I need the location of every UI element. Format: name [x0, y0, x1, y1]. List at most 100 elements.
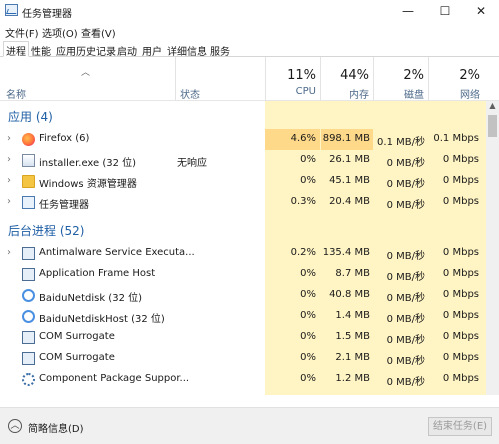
minimize-button[interactable]: — — [390, 0, 426, 22]
collapse-up-icon[interactable]: ︿ — [8, 419, 22, 433]
table-row[interactable]: COM Surrogate 0% 1.5 MB 0 MB/秒 0 Mbps — [0, 327, 486, 348]
table-row[interactable]: BaiduNetdiskHost (32 位) 0% 1.4 MB 0 MB/秒… — [0, 306, 486, 327]
table-row[interactable]: › installer.exe (32 位) 无响应 0% 26.1 MB 0 … — [0, 150, 486, 171]
network-value: 0 Mbps — [429, 285, 486, 306]
window-icon — [22, 268, 35, 281]
memory-value: 1.4 MB — [321, 306, 373, 327]
network-value: 0 Mbps — [429, 264, 486, 285]
group-background-processes: 后台进程 (52) — [8, 224, 85, 238]
memory-value: 1.2 MB — [321, 369, 373, 390]
expand-chevron-icon[interactable]: › — [7, 196, 11, 207]
cpu-value: 0% — [265, 327, 320, 348]
close-button[interactable]: ✕ — [463, 0, 499, 22]
memory-value: 20.4 MB — [321, 192, 373, 213]
expand-chevron-icon[interactable]: › — [7, 154, 11, 165]
expand-chevron-icon[interactable]: › — [7, 175, 11, 186]
table-row[interactable]: BaiduNetdisk (32 位) 0% 40.8 MB 0 MB/秒 0 … — [0, 285, 486, 306]
column-network[interactable]: 网络 — [429, 86, 480, 101]
network-value: 0 Mbps — [429, 306, 486, 327]
disk-value: 0.1 MB/秒 — [374, 129, 428, 150]
baidu-netdisk-icon — [22, 289, 35, 302]
tab-users[interactable]: 用户 — [139, 41, 165, 58]
memory-value: 45.1 MB — [321, 171, 373, 192]
memory-value: 135.4 MB — [321, 243, 373, 264]
memory-value: 26.1 MB — [321, 150, 373, 171]
column-disk[interactable]: 磁盘 — [374, 86, 424, 101]
memory-value: 8.7 MB — [321, 264, 373, 285]
exe-icon — [22, 154, 35, 167]
group-apps: 应用 (4) — [8, 110, 53, 124]
disk-value: 0 MB/秒 — [374, 264, 428, 285]
tab-performance[interactable]: 性能 — [28, 41, 54, 58]
maximize-button[interactable]: ☐ — [427, 0, 463, 22]
disk-value: 0 MB/秒 — [374, 306, 428, 327]
column-memory[interactable]: 内存 — [321, 86, 369, 101]
column-status[interactable]: 状态 — [180, 86, 200, 101]
network-value: 0 Mbps — [429, 327, 486, 348]
task-manager-icon — [22, 196, 35, 209]
process-name: 任务管理器 — [39, 200, 89, 211]
column-name[interactable]: 名称 — [6, 86, 26, 101]
cpu-value: 0% — [265, 348, 320, 369]
process-name: Windows 资源管理器 — [39, 179, 137, 190]
memory-value: 2.1 MB — [321, 348, 373, 369]
disk-value: 0 MB/秒 — [374, 348, 428, 369]
menu-file[interactable]: 文件(F) — [5, 25, 39, 40]
tab-app-history[interactable]: 应用历史记录 — [53, 41, 119, 58]
expand-chevron-icon[interactable]: › — [7, 247, 11, 258]
table-row[interactable]: COM Surrogate 0% 2.1 MB 0 MB/秒 0 Mbps — [0, 348, 486, 369]
baidu-netdisk-icon — [22, 310, 35, 323]
expand-chevron-icon[interactable]: › — [7, 133, 11, 144]
menu-options[interactable]: 选项(O) — [42, 25, 78, 40]
sort-up-icon: ︿ — [81, 68, 91, 78]
scroll-thumb[interactable] — [488, 115, 497, 137]
gear-icon — [22, 373, 35, 386]
cpu-percent: 11% — [287, 68, 316, 83]
tab-services[interactable]: 服务 — [207, 41, 233, 58]
service-icon — [22, 247, 35, 260]
process-name: Antimalware Service Executa... — [39, 247, 195, 258]
network-value: 0 Mbps — [429, 243, 486, 264]
network-value: 0 Mbps — [429, 192, 486, 213]
table-row[interactable]: › 任务管理器 0.3% 20.4 MB 0 MB/秒 0 Mbps — [0, 192, 486, 213]
cpu-value: 0% — [265, 306, 320, 327]
cpu-value: 0% — [265, 369, 320, 390]
memory-value: 40.8 MB — [321, 285, 373, 306]
folder-icon — [22, 175, 35, 188]
disk-value: 0 MB/秒 — [374, 243, 428, 264]
firefox-icon — [22, 133, 35, 146]
process-name: Application Frame Host — [39, 268, 156, 279]
title-bar: 任务管理器 — ☐ ✕ — [0, 0, 499, 22]
process-status: 无响应 — [177, 158, 207, 169]
cpu-value: 0% — [265, 171, 320, 192]
menu-view[interactable]: 查看(V) — [81, 25, 116, 40]
column-header: ︿ 名称 状态 11% CPU 44% 内存 2% 磁盘 2% 网络 — [0, 57, 499, 101]
process-name: Firefox (6) — [39, 133, 90, 144]
table-row[interactable]: › Firefox (6) 4.6% 898.1 MB 0.1 MB/秒 0.1… — [0, 129, 486, 150]
memory-value: 1.5 MB — [321, 327, 373, 348]
table-row[interactable]: Component Package Suppor... 0% 1.2 MB 0 … — [0, 369, 486, 390]
disk-value: 0 MB/秒 — [374, 192, 428, 213]
process-name: installer.exe (32 位) — [39, 158, 137, 169]
footer-bar: ︿ 简略信息(D) 结束任务(E) — [0, 407, 499, 444]
process-name: Component Package Suppor... — [39, 373, 190, 384]
vertical-scrollbar[interactable]: ▲ — [486, 101, 499, 395]
process-name: COM Surrogate — [39, 352, 115, 363]
tab-processes[interactable]: 进程 — [3, 41, 29, 58]
window-icon — [22, 331, 35, 344]
scroll-up-icon[interactable]: ▲ — [486, 101, 499, 113]
window-title: 任务管理器 — [22, 9, 72, 20]
cpu-value: 0.3% — [265, 192, 320, 213]
table-row[interactable]: › Antimalware Service Executa... 0.2% 13… — [0, 243, 486, 264]
disk-value: 0 MB/秒 — [374, 150, 428, 171]
fewer-details-link[interactable]: 简略信息(D) — [28, 420, 84, 435]
cpu-value: 4.6% — [265, 129, 320, 150]
table-row[interactable]: Application Frame Host 0% 8.7 MB 0 MB/秒 … — [0, 264, 486, 285]
end-task-button[interactable]: 结束任务(E) — [428, 417, 492, 436]
tab-startup[interactable]: 启动 — [114, 41, 140, 58]
disk-value: 0 MB/秒 — [374, 369, 428, 390]
column-cpu[interactable]: CPU — [266, 86, 316, 97]
network-value: 0 Mbps — [429, 150, 486, 171]
table-row[interactable]: › Windows 资源管理器 0% 45.1 MB 0 MB/秒 0 Mbps — [0, 171, 486, 192]
tab-details[interactable]: 详细信息 — [164, 41, 210, 58]
